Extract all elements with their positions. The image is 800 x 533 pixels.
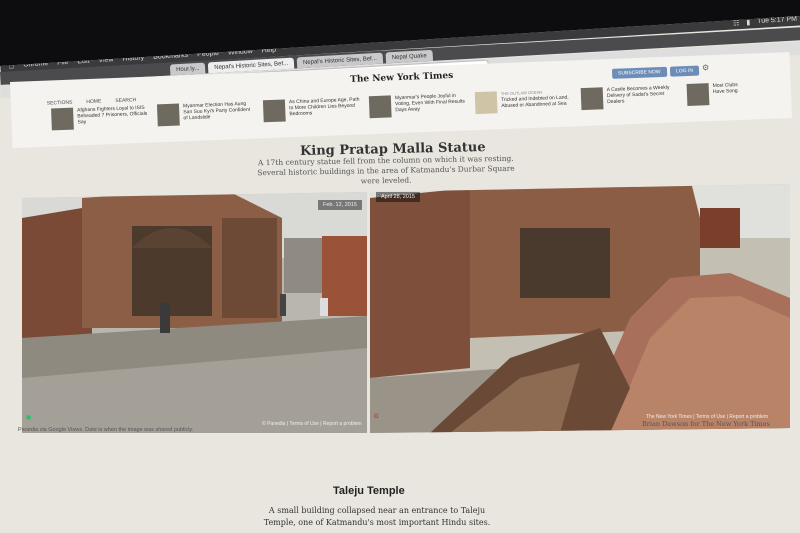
teaser-text: Tricked and Indebted on Land, Abused or … bbox=[500, 94, 569, 110]
teaser-item[interactable]: Myanmar's People Joyful in Voting, Even … bbox=[368, 92, 468, 119]
teaser-item[interactable]: THE OUTLAW OCEAN Tricked and Indebted on… bbox=[474, 88, 574, 115]
google-logo-icon: G bbox=[374, 414, 379, 420]
teaser-item[interactable]: Myanmar Election Has Aung San Suu Kyi's … bbox=[156, 100, 256, 127]
article: King Pratap Malla Statue A 17th century … bbox=[0, 140, 800, 533]
teaser-item[interactable]: A Castle Becomes a Weekly Delivery of Sa… bbox=[580, 84, 680, 111]
teaser-thumbnail bbox=[686, 83, 710, 107]
menu-help[interactable]: Help bbox=[262, 47, 277, 55]
teaser-headline: Myanmar Election Has Aung San Suu Kyi's … bbox=[182, 100, 251, 122]
menu-status-area: ☷ ▮ Tue 5:17 PM bbox=[733, 16, 797, 27]
menu-file[interactable]: File bbox=[57, 59, 69, 67]
battery-icon[interactable]: ▮ bbox=[746, 18, 750, 26]
teaser-headline: Afghans Fighters Loyal to ISIS Beheaded … bbox=[77, 104, 148, 126]
gear-icon[interactable]: ⚙ bbox=[702, 63, 710, 72]
teaser-headline: A Castle Becomes a Weekly Delivery of Sa… bbox=[606, 84, 670, 106]
menu-chrome[interactable]: Chrome bbox=[23, 60, 48, 68]
nyt-logo[interactable]: The New York Times bbox=[350, 71, 453, 85]
photo-credit-right: Brian Dawson for The New York Times bbox=[642, 420, 770, 428]
before-after-photos: Feb. 12, 2015 ◉ © Panedia | Terms of Use… bbox=[22, 178, 792, 433]
menu-history[interactable]: History bbox=[122, 54, 144, 62]
clock[interactable]: Tue 5:17 PM bbox=[757, 16, 797, 26]
teaser-thumbnail bbox=[51, 107, 74, 131]
login-button[interactable]: LOG IN bbox=[669, 65, 700, 77]
teaser-item[interactable]: Most Clubs Have Song bbox=[686, 82, 748, 107]
google-logo-icon: ◉ bbox=[26, 415, 32, 421]
teaser-headline: THE OUTLAW OCEAN Tricked and Indebted on… bbox=[501, 88, 574, 113]
menu-edit[interactable]: Edit bbox=[77, 58, 89, 66]
menu-view[interactable]: View bbox=[98, 56, 113, 64]
headline-strip: Afghans Fighters Loyal to ISIS Beheaded … bbox=[51, 82, 747, 131]
teaser-item[interactable]: As China and Europe Age, Path to More Ch… bbox=[262, 96, 362, 123]
before-photo[interactable]: Feb. 12, 2015 ◉ © Panedia | Terms of Use… bbox=[22, 192, 367, 433]
teaser-thumbnail bbox=[474, 91, 498, 115]
before-photo-footer[interactable]: © Panedia | Terms of Use | Report a prob… bbox=[262, 421, 362, 427]
before-photo-image bbox=[22, 192, 367, 433]
nav-home[interactable]: HOME bbox=[86, 99, 101, 106]
apple-icon[interactable]:  bbox=[8, 61, 15, 70]
section-title: Taleju Temple bbox=[333, 485, 405, 497]
teaser-thumbnail bbox=[262, 99, 286, 123]
teaser-item[interactable]: Afghans Fighters Loyal to ISIS Beheaded … bbox=[51, 105, 150, 131]
section-caption: A small building collapsed near an entra… bbox=[263, 506, 491, 527]
teaser-thumbnail bbox=[368, 95, 392, 119]
wifi-icon[interactable]: ☷ bbox=[733, 19, 740, 27]
teaser-thumbnail bbox=[156, 103, 180, 127]
after-photo-image bbox=[370, 184, 790, 433]
teaser-headline: Myanmar's People Joyful in Voting, Even … bbox=[394, 92, 465, 114]
menu-people[interactable]: People bbox=[197, 50, 219, 58]
teaser-headline: As China and Europe Age, Path to More Ch… bbox=[288, 96, 360, 118]
subscribe-button[interactable]: SUBSCRIBE NOW bbox=[611, 66, 667, 79]
menu-bookmarks[interactable]: Bookmarks bbox=[153, 52, 188, 61]
menu-window[interactable]: Window bbox=[228, 48, 253, 56]
after-photo[interactable]: April 28, 2015 G The New York Times | Te… bbox=[370, 184, 790, 433]
teaser-headline: Most Clubs Have Song bbox=[712, 82, 738, 96]
nav-sections[interactable]: SECTIONS bbox=[47, 100, 73, 107]
nav-search[interactable]: SEARCH bbox=[115, 97, 136, 104]
photo-credit-left: Panedia via Google Views. Date is when t… bbox=[18, 427, 194, 433]
after-date-badge: April 28, 2015 bbox=[376, 192, 420, 202]
before-date-badge: Feb. 12, 2015 bbox=[318, 200, 362, 210]
teaser-thumbnail bbox=[580, 87, 604, 111]
projected-screen:  Chrome File Edit View History Bookmark… bbox=[0, 16, 800, 533]
